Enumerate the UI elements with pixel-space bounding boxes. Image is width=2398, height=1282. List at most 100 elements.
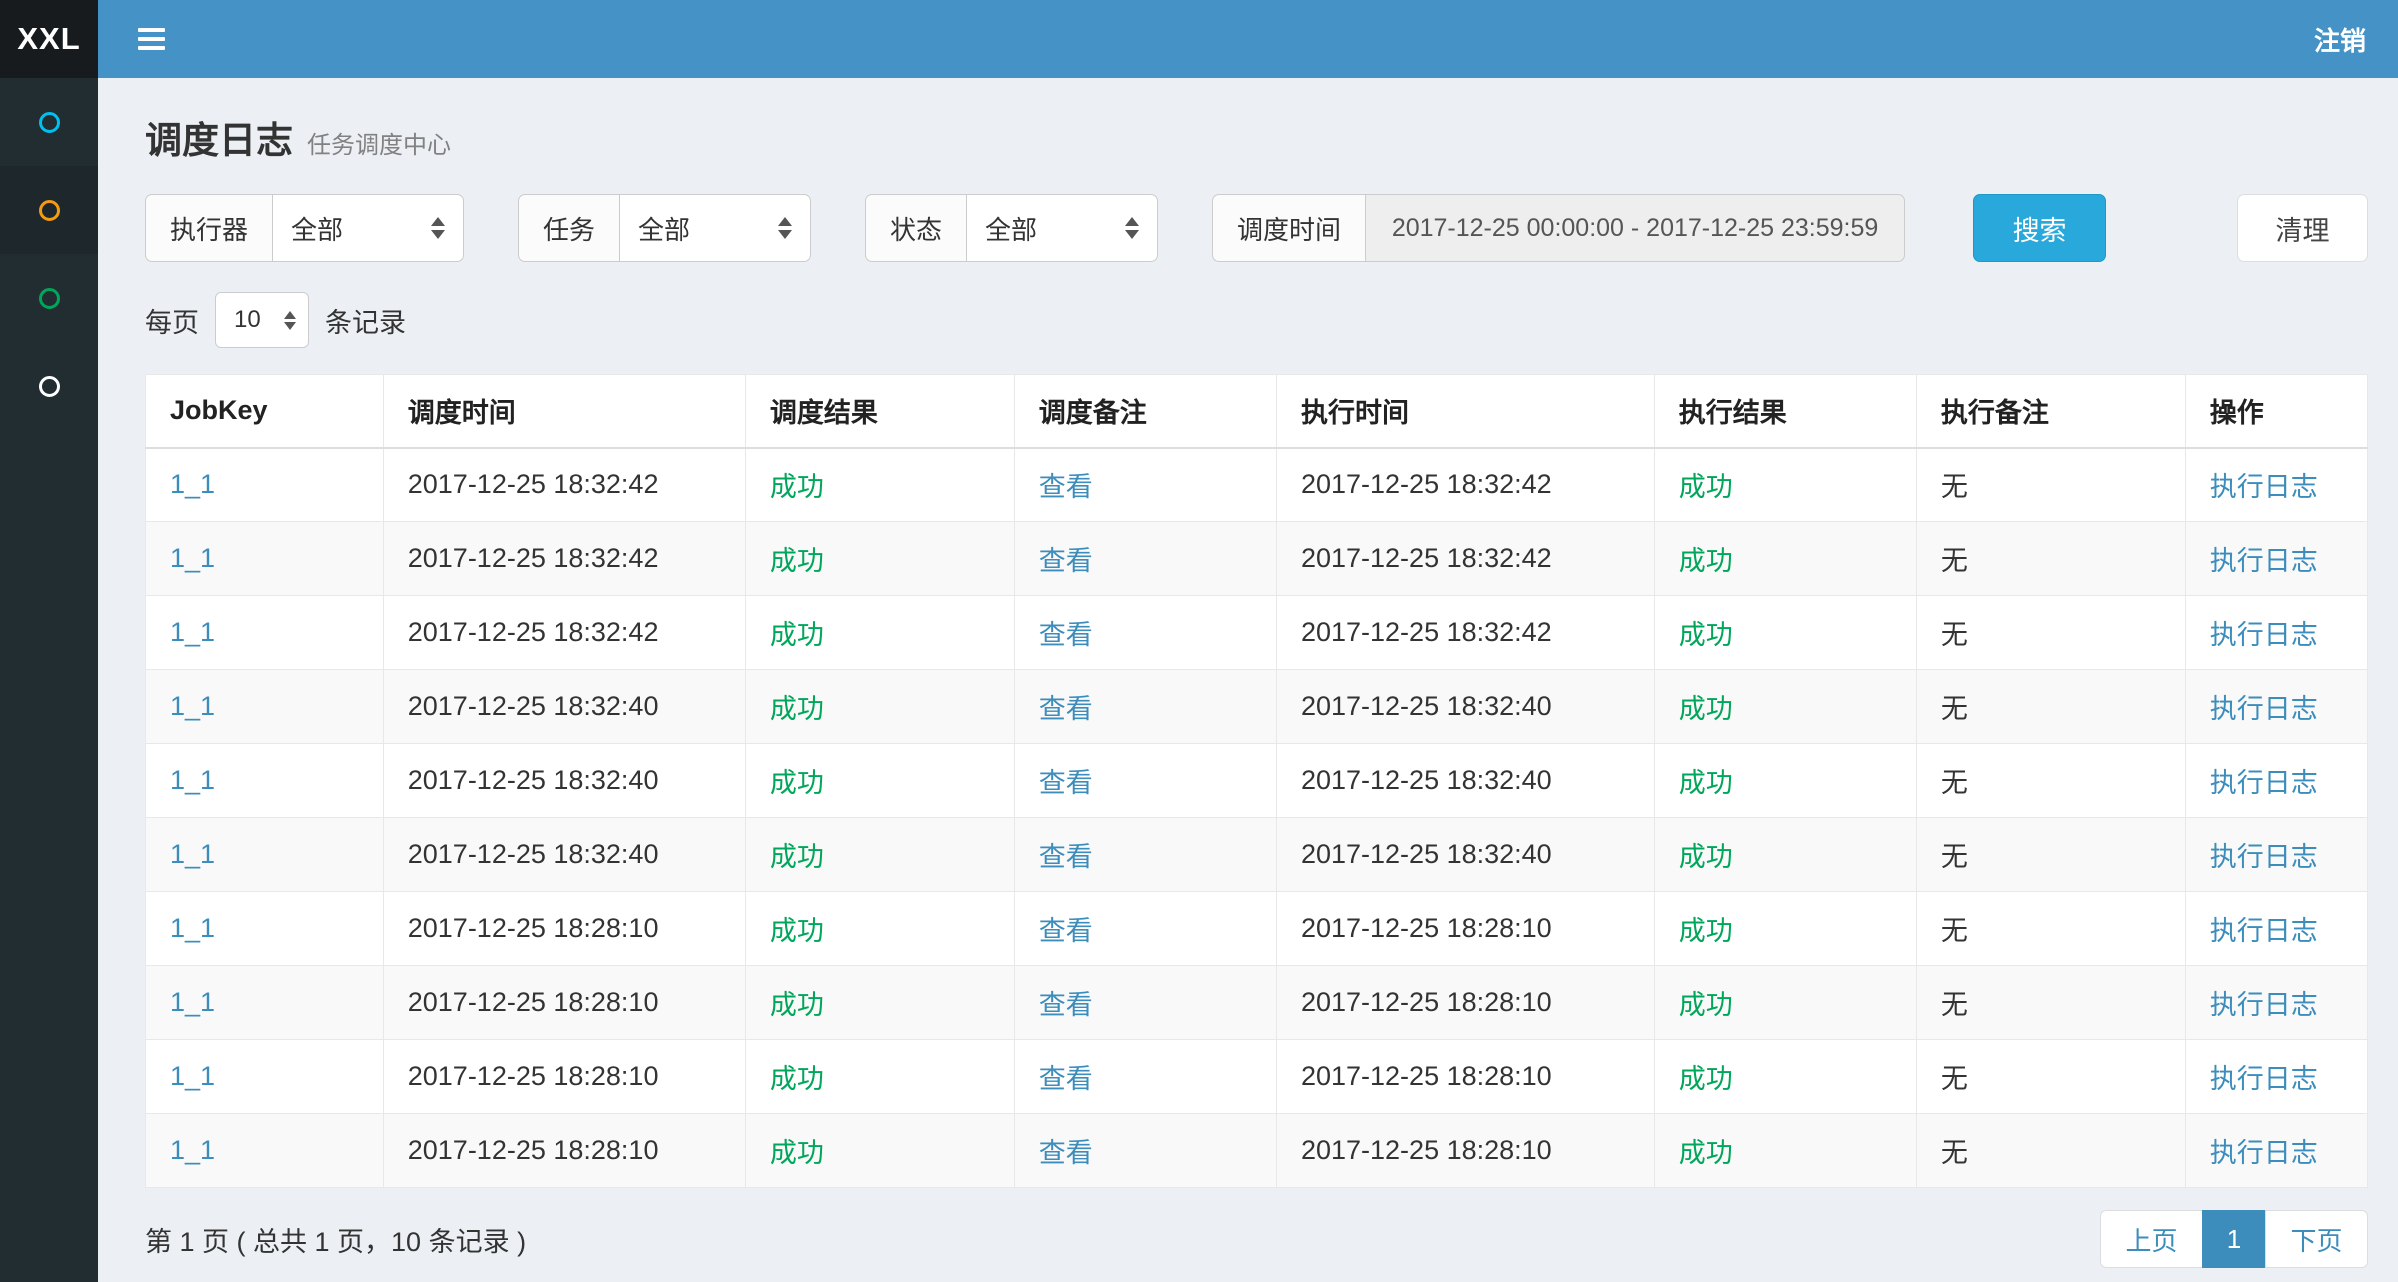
trigger-time-filter-group: 调度时间 2017-12-25 00:00:00 - 2017-12-25 23…: [1212, 194, 1905, 262]
executor-filter-group: 执行器 全部: [145, 194, 464, 262]
caret-down-icon: [431, 230, 445, 239]
cell-trigger-result: 成功: [745, 670, 1014, 744]
cell-handle-time: 2017-12-25 18:32:40: [1276, 670, 1654, 744]
cell-trigger-time: 2017-12-25 18:32:40: [383, 818, 745, 892]
sidebar-item-3[interactable]: [0, 254, 98, 342]
cell-trigger-msg: 查看: [1014, 670, 1276, 744]
view-trigger-msg-link[interactable]: 查看: [1039, 842, 1093, 872]
caret-up-icon: [284, 311, 296, 319]
jobkey-link[interactable]: 1_1: [170, 469, 215, 499]
page-size-select[interactable]: 10: [215, 292, 309, 348]
page-header: 调度日志 任务调度中心: [145, 110, 2368, 164]
jobkey-link[interactable]: 1_1: [170, 543, 215, 573]
jobkey-link[interactable]: 1_1: [170, 1061, 215, 1091]
view-trigger-msg-link[interactable]: 查看: [1039, 620, 1093, 650]
status-select[interactable]: 全部: [966, 194, 1158, 262]
top-bar: XXL 注销: [0, 0, 2398, 78]
cell-handle-msg: 无: [1916, 670, 2185, 744]
cell-jobkey: 1_1: [146, 1114, 384, 1188]
cell-action: 执行日志: [2185, 1040, 2367, 1114]
table-row: 1_1 2017-12-25 18:32:40 成功 查看 2017-12-25…: [146, 744, 2368, 818]
execution-log-link[interactable]: 执行日志: [2210, 990, 2318, 1020]
execution-log-link[interactable]: 执行日志: [2210, 916, 2318, 946]
jobkey-link[interactable]: 1_1: [170, 839, 215, 869]
cell-trigger-msg: 查看: [1014, 522, 1276, 596]
view-trigger-msg-link[interactable]: 查看: [1039, 1064, 1093, 1094]
cell-handle-msg: 无: [1916, 744, 2185, 818]
view-trigger-msg-link[interactable]: 查看: [1039, 990, 1093, 1020]
cell-trigger-time: 2017-12-25 18:28:10: [383, 966, 745, 1040]
view-trigger-msg-link[interactable]: 查看: [1039, 694, 1093, 724]
sidebar-toggle-icon[interactable]: [128, 13, 175, 65]
jobkey-link[interactable]: 1_1: [170, 765, 215, 795]
current-page-button[interactable]: 1: [2202, 1210, 2266, 1268]
cell-handle-result: 成功: [1654, 1114, 1916, 1188]
executor-select-value: 全部: [291, 210, 343, 247]
cell-trigger-msg: 查看: [1014, 818, 1276, 892]
cell-handle-msg: 无: [1916, 596, 2185, 670]
cell-trigger-result: 成功: [745, 892, 1014, 966]
job-select[interactable]: 全部: [619, 194, 811, 262]
table-row: 1_1 2017-12-25 18:32:42 成功 查看 2017-12-25…: [146, 522, 2368, 596]
cell-trigger-result: 成功: [745, 744, 1014, 818]
view-trigger-msg-link[interactable]: 查看: [1039, 472, 1093, 502]
jobkey-link[interactable]: 1_1: [170, 691, 215, 721]
execution-log-link[interactable]: 执行日志: [2210, 472, 2318, 502]
jobkey-link[interactable]: 1_1: [170, 987, 215, 1017]
cell-handle-time: 2017-12-25 18:32:40: [1276, 818, 1654, 892]
view-trigger-msg-link[interactable]: 查看: [1039, 1138, 1093, 1168]
execution-log-link[interactable]: 执行日志: [2210, 694, 2318, 724]
cell-handle-time: 2017-12-25 18:32:42: [1276, 596, 1654, 670]
execution-log-link[interactable]: 执行日志: [2210, 768, 2318, 798]
sidebar-item-2[interactable]: [0, 166, 98, 254]
execution-log-link[interactable]: 执行日志: [2210, 546, 2318, 576]
executor-select[interactable]: 全部: [272, 194, 464, 262]
header-handle-result: 执行结果: [1654, 375, 1916, 448]
sidebar-item-4[interactable]: [0, 342, 98, 430]
navbar: 注销: [98, 0, 2398, 78]
trigger-time-range-input[interactable]: 2017-12-25 00:00:00 - 2017-12-25 23:59:5…: [1365, 194, 1905, 262]
sidebar: [0, 78, 98, 1282]
execution-log-link[interactable]: 执行日志: [2210, 842, 2318, 872]
cell-handle-result: 成功: [1654, 744, 1916, 818]
cell-trigger-result: 成功: [745, 1040, 1014, 1114]
execution-log-link[interactable]: 执行日志: [2210, 1138, 2318, 1168]
view-trigger-msg-link[interactable]: 查看: [1039, 768, 1093, 798]
page-size-prefix: 每页: [145, 301, 199, 340]
cell-trigger-msg: 查看: [1014, 892, 1276, 966]
logout-link[interactable]: 注销: [2314, 21, 2366, 58]
circle-outline-icon: [39, 200, 60, 221]
cell-trigger-msg: 查看: [1014, 596, 1276, 670]
cell-handle-time: 2017-12-25 18:32:40: [1276, 744, 1654, 818]
hamburger-bar: [138, 28, 165, 32]
hamburger-bar: [138, 46, 165, 50]
log-table: JobKey 调度时间 调度结果 调度备注 执行时间 执行结果 执行备注 操作 …: [145, 374, 2368, 1188]
hamburger-bar: [138, 37, 165, 41]
prev-page-button[interactable]: 上页: [2100, 1210, 2203, 1268]
job-filter-group: 任务 全部: [518, 194, 811, 262]
view-trigger-msg-link[interactable]: 查看: [1039, 546, 1093, 576]
cell-action: 执行日志: [2185, 966, 2367, 1040]
select-stepper-icon: [1125, 217, 1139, 239]
cell-action: 执行日志: [2185, 892, 2367, 966]
jobkey-link[interactable]: 1_1: [170, 617, 215, 647]
cell-trigger-time: 2017-12-25 18:28:10: [383, 1040, 745, 1114]
jobkey-link[interactable]: 1_1: [170, 1135, 215, 1165]
sidebar-item-1[interactable]: [0, 78, 98, 166]
execution-log-link[interactable]: 执行日志: [2210, 620, 2318, 650]
search-button[interactable]: 搜索: [1973, 194, 2106, 262]
header-trigger-msg: 调度备注: [1014, 375, 1276, 448]
jobkey-link[interactable]: 1_1: [170, 913, 215, 943]
circle-outline-icon: [39, 112, 60, 133]
next-page-button[interactable]: 下页: [2265, 1210, 2368, 1268]
cell-jobkey: 1_1: [146, 448, 384, 522]
cell-handle-msg: 无: [1916, 522, 2185, 596]
cell-handle-msg: 无: [1916, 818, 2185, 892]
execution-log-link[interactable]: 执行日志: [2210, 1064, 2318, 1094]
view-trigger-msg-link[interactable]: 查看: [1039, 916, 1093, 946]
cell-handle-msg: 无: [1916, 448, 2185, 522]
clear-button[interactable]: 清理: [2237, 194, 2368, 262]
table-row: 1_1 2017-12-25 18:32:40 成功 查看 2017-12-25…: [146, 670, 2368, 744]
cell-jobkey: 1_1: [146, 522, 384, 596]
table-row: 1_1 2017-12-25 18:28:10 成功 查看 2017-12-25…: [146, 892, 2368, 966]
